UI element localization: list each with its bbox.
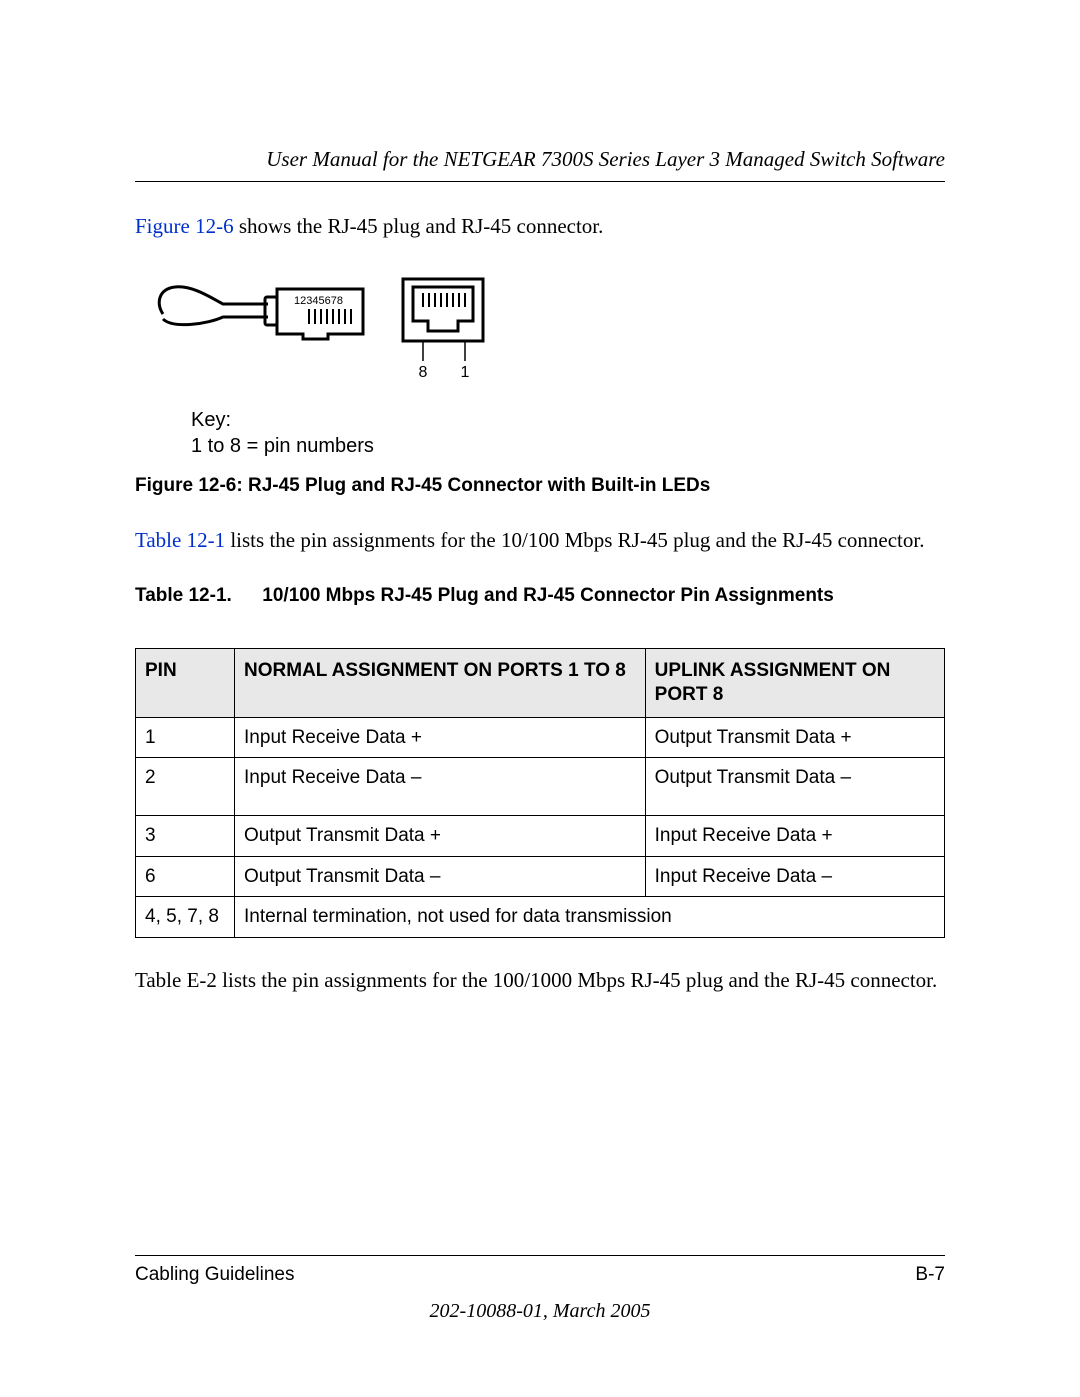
table-reference-link[interactable]: Table 12-1 bbox=[135, 528, 225, 552]
cell-normal: Input Receive Data + bbox=[235, 717, 646, 758]
cell-footer-text: Internal termination, not used for data … bbox=[235, 897, 945, 938]
cell-uplink: Output Transmit Data – bbox=[645, 758, 944, 816]
intro-text: shows the RJ-45 plug and RJ-45 connector… bbox=[234, 214, 604, 238]
diagram-key-title: Key: bbox=[191, 407, 945, 433]
cell-normal: Output Transmit Data + bbox=[235, 816, 646, 857]
table-row: 2 Input Receive Data – Output Transmit D… bbox=[136, 758, 945, 816]
figure-reference-link[interactable]: Figure 12-6 bbox=[135, 214, 234, 238]
document-footer: Cabling Guidelines B-7 202-10088-01, Mar… bbox=[135, 1255, 945, 1325]
cell-uplink: Input Receive Data + bbox=[645, 816, 944, 857]
table-caption: Table 12-1. 10/100 Mbps RJ-45 Plug and R… bbox=[135, 583, 945, 609]
cell-uplink: Output Transmit Data + bbox=[645, 717, 944, 758]
cell-pin: 2 bbox=[136, 758, 235, 816]
table-row: 3 Output Transmit Data + Input Receive D… bbox=[136, 816, 945, 857]
cell-normal: Output Transmit Data – bbox=[235, 856, 646, 897]
cell-uplink: Input Receive Data – bbox=[645, 856, 944, 897]
rj45-diagram: 12345678 bbox=[153, 269, 945, 459]
document-header: User Manual for the NETGEAR 7300S Series… bbox=[135, 145, 945, 182]
col-header-normal: NORMAL ASSIGNMENT ON PORTS 1 TO 8 bbox=[235, 649, 646, 718]
footer-rule bbox=[135, 1255, 945, 1256]
document-title: User Manual for the NETGEAR 7300S Series… bbox=[266, 147, 945, 171]
table-footer-row: 4, 5, 7, 8 Internal termination, not use… bbox=[136, 897, 945, 938]
table-row: 6 Output Transmit Data – Input Receive D… bbox=[136, 856, 945, 897]
pin-assignment-table: PIN NORMAL ASSIGNMENT ON PORTS 1 TO 8 UP… bbox=[135, 648, 945, 938]
table-header-row: PIN NORMAL ASSIGNMENT ON PORTS 1 TO 8 UP… bbox=[136, 649, 945, 718]
cell-pin: 1 bbox=[136, 717, 235, 758]
cell-normal: Input Receive Data – bbox=[235, 758, 646, 816]
cell-pin: 4, 5, 7, 8 bbox=[136, 897, 235, 938]
table-row: 1 Input Receive Data + Output Transmit D… bbox=[136, 717, 945, 758]
intro-paragraph: Figure 12-6 shows the RJ-45 plug and RJ-… bbox=[135, 212, 945, 240]
figure-caption: Figure 12-6: RJ-45 Plug and RJ-45 Connec… bbox=[135, 473, 945, 499]
table-intro-text: lists the pin assignments for the 10/100… bbox=[225, 528, 924, 552]
footer-row: Cabling Guidelines B-7 bbox=[135, 1262, 945, 1288]
diagram-key-line: 1 to 8 = pin numbers bbox=[191, 433, 945, 459]
table-caption-id: Table 12-1. bbox=[135, 583, 257, 609]
table-intro-paragraph: Table 12-1 lists the pin assignments for… bbox=[135, 526, 945, 554]
footer-section: Cabling Guidelines bbox=[135, 1262, 295, 1288]
col-header-uplink: UPLINK ASSIGNMENT ON PORT 8 bbox=[645, 649, 944, 718]
page: User Manual for the NETGEAR 7300S Series… bbox=[0, 0, 1080, 1397]
footer-page: B-7 bbox=[915, 1262, 945, 1288]
cell-pin: 3 bbox=[136, 816, 235, 857]
plug-pin-numbers: 12345678 bbox=[294, 295, 343, 307]
diagram-key: Key: 1 to 8 = pin numbers bbox=[191, 407, 945, 459]
col-header-pin: PIN bbox=[136, 649, 235, 718]
table-caption-text: 10/100 Mbps RJ-45 Plug and RJ-45 Connect… bbox=[262, 585, 834, 606]
connector-pin-right-label: 1 bbox=[461, 364, 470, 381]
footer-docnum: 202-10088-01, March 2005 bbox=[135, 1298, 945, 1325]
after-table-paragraph: Table E-2 lists the pin assignments for … bbox=[135, 966, 945, 994]
connector-pin-left-label: 8 bbox=[419, 364, 428, 381]
rj45-diagram-svg: 12345678 bbox=[153, 269, 493, 389]
cell-pin: 6 bbox=[136, 856, 235, 897]
